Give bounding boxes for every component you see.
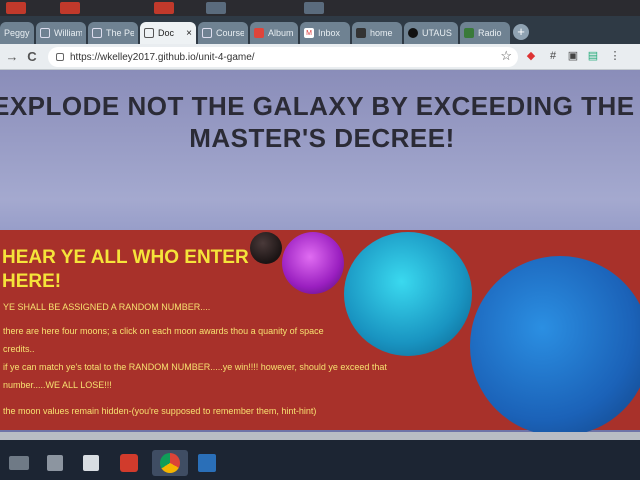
album-icon	[254, 28, 264, 38]
taskbar-app-button[interactable]	[40, 450, 70, 476]
taskbar	[0, 440, 640, 480]
code-editor-icon	[198, 454, 216, 472]
tab-title: William	[54, 28, 82, 38]
radio-icon	[464, 28, 474, 38]
taskbar-app-button[interactable]	[4, 450, 34, 476]
chrome-icon	[160, 453, 180, 473]
page-icon	[92, 28, 102, 38]
tab-8[interactable]: UTAUS	[404, 22, 458, 44]
panel-heading: HEAR YE ALL WHO ENTER HERE!	[2, 247, 249, 292]
pdf-icon[interactable]	[60, 2, 80, 14]
taskbar-chrome-button[interactable]	[152, 450, 188, 476]
instruction-line: there are here four moons; a click on ea…	[3, 326, 324, 354]
tab-title: home	[370, 28, 393, 38]
title-line-1: EXPLODE NOT THE GALAXY BY EXCEEDING THE …	[0, 91, 640, 121]
page-bottom-edge	[0, 432, 640, 440]
instruction-line: the moon values remain hidden-(you're su…	[3, 406, 317, 416]
tab-6[interactable]: M Inbox	[300, 22, 350, 44]
page-icon	[40, 28, 50, 38]
gmail-icon: M	[304, 28, 314, 38]
tab-title: The Pe	[106, 28, 134, 38]
new-tab-button[interactable]: +	[513, 24, 529, 40]
extension-icon[interactable]: ▤	[586, 49, 600, 63]
reload-icon[interactable]: C	[24, 48, 40, 66]
dark-moon-button[interactable]	[250, 232, 282, 264]
tab-title: Doc	[158, 28, 175, 38]
tab-title: Album	[268, 28, 294, 38]
pdf-icon[interactable]	[154, 2, 174, 14]
tab-0[interactable]: Peggy's	[0, 22, 34, 44]
image-icon[interactable]	[206, 2, 226, 14]
pinned-strip	[0, 0, 640, 16]
close-icon[interactable]: ×	[186, 28, 192, 39]
pdf-icon	[120, 454, 138, 472]
tab-title: Radio	[478, 28, 502, 38]
home-icon	[356, 28, 366, 38]
tab-1[interactable]: William	[36, 22, 86, 44]
browser-toolbar: → C https://wkelley2017.github.io/unit-4…	[0, 44, 640, 70]
bookmark-star-icon[interactable]: ☆	[500, 48, 512, 64]
extension-icon[interactable]: ▣	[566, 49, 580, 63]
taskbar-app-button[interactable]	[114, 450, 144, 476]
image-icon[interactable]	[304, 2, 324, 14]
purple-moon-button[interactable]	[282, 232, 344, 294]
tab-2[interactable]: The Pe	[88, 22, 138, 44]
extension-icon[interactable]: ◆	[524, 49, 538, 63]
window-icon	[9, 456, 29, 470]
tab-7[interactable]: home	[352, 22, 402, 44]
taskbar-app-button[interactable]	[192, 450, 222, 476]
tab-title: Inbox	[318, 28, 341, 38]
menu-icon[interactable]: ⋮	[608, 49, 622, 63]
tab-9[interactable]: Radio	[460, 22, 510, 44]
lock-icon	[56, 53, 64, 61]
github-icon	[408, 28, 418, 38]
instruction-line: if ye can match ye's total to the RANDOM…	[3, 362, 387, 390]
media-icon	[47, 455, 63, 471]
page-title: EXPLODE NOT THE GALAXY BY EXCEEDING THE …	[0, 90, 640, 154]
page-icon	[144, 28, 154, 38]
address-bar[interactable]: https://wkelley2017.github.io/unit-4-gam…	[48, 47, 518, 67]
taskbar-app-button[interactable]	[76, 450, 106, 476]
tab-title: UTAUS	[422, 28, 452, 38]
forward-icon[interactable]: →	[4, 48, 20, 66]
document-icon	[83, 455, 99, 471]
hash-icon[interactable]: #	[546, 49, 560, 63]
blue-moon-button[interactable]	[470, 256, 640, 436]
tab-title: Course	[216, 28, 244, 38]
page-icon	[202, 28, 212, 38]
tab-title: Peggy's	[4, 28, 30, 38]
tab-5[interactable]: Album	[250, 22, 298, 44]
tab-4[interactable]: Course	[198, 22, 248, 44]
tab-active[interactable]: Doc ×	[140, 22, 196, 44]
url-text: https://wkelley2017.github.io/unit-4-gam…	[70, 51, 255, 63]
instruction-line: YE SHALL BE ASSIGNED A RANDOM NUMBER....	[3, 302, 211, 312]
pdf-icon[interactable]	[6, 2, 26, 14]
cyan-moon-button[interactable]	[344, 232, 472, 356]
title-line-2: MASTER'S DECREE!	[189, 123, 455, 153]
tab-bar: Peggy's William The Pe Doc × Course Albu…	[0, 16, 640, 44]
